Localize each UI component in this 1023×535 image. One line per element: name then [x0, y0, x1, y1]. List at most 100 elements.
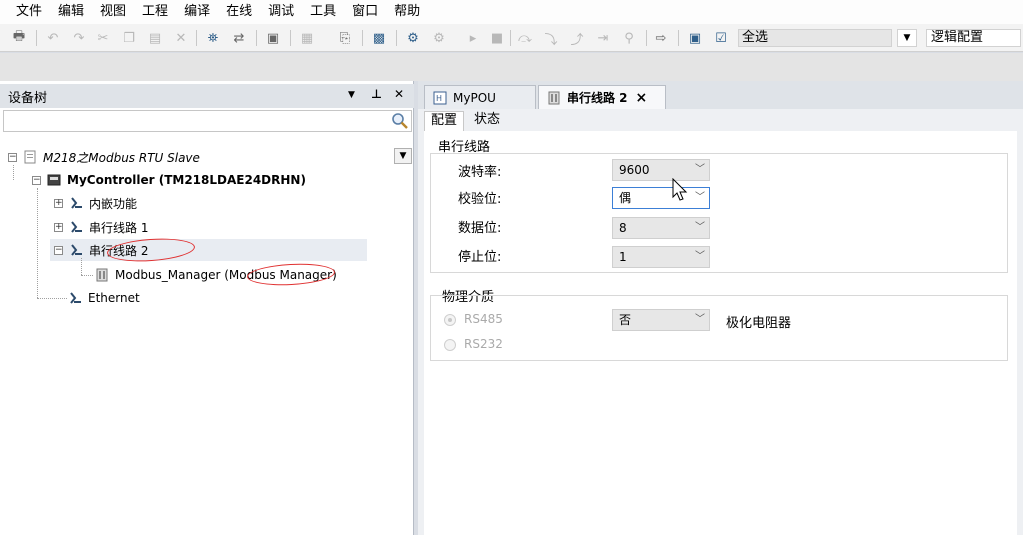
calendar-icon[interactable]: ▩ [370, 29, 388, 47]
step-out-icon[interactable]: ⤴ [568, 29, 586, 48]
forward-icon[interactable]: ⇨ [652, 29, 670, 47]
grid-icon[interactable]: ▦ [298, 29, 316, 47]
polarization-select[interactable]: 否 ﹀ [612, 309, 710, 331]
collapse-icon[interactable]: − [8, 152, 17, 162]
menu-file[interactable]: 文件 [8, 1, 50, 23]
cut-icon[interactable]: ✂ [94, 29, 112, 47]
redo-icon[interactable]: ↷ [70, 29, 88, 47]
tree-item-label: MyController (TM218LDAE24DRHN) [67, 173, 306, 187]
tree-dropdown-button[interactable]: ▼ [394, 148, 412, 164]
toolbar-separator [396, 30, 397, 46]
editor-area: H MyPOU 串行线路 2 × 配置 状态 串行线路 波特率: 9600 ﹀ … [418, 81, 1023, 535]
tree-item-label: Ethernet [88, 291, 140, 305]
sub-tab-strip: 配置 状态 [418, 109, 1023, 131]
polarization-value: 否 [619, 313, 632, 327]
apply-icon[interactable]: ☑ [712, 29, 730, 47]
data-bits-select[interactable]: 8 ﹀ [612, 217, 710, 239]
menu-bar: 文件 编辑 视图 工程 编译 在线 调试 工具 窗口 帮助 [0, 0, 1023, 24]
tab-serial-line-2[interactable]: 串行线路 2 × [538, 85, 666, 109]
svg-text:H: H [436, 94, 442, 103]
expand-icon[interactable]: + [54, 198, 63, 208]
search-input[interactable] [3, 110, 412, 132]
panel-menu-icon[interactable]: ▼ [348, 90, 355, 100]
parity-label: 校验位: [458, 192, 502, 207]
tree-item-embedded[interactable]: + 内嵌功能 [54, 192, 137, 214]
tree-item-ethernet[interactable]: Ethernet [68, 287, 140, 309]
menu-help[interactable]: 帮助 [386, 1, 428, 23]
mouse-cursor-icon [672, 178, 688, 201]
print-icon[interactable]: 🖶 [10, 29, 28, 47]
parity-value: 偶 [619, 191, 632, 205]
polarization-label: 极化电阻器 [726, 316, 792, 331]
rs232-radio[interactable] [444, 339, 456, 351]
toolbar-separator [196, 30, 197, 46]
find-icon[interactable]: ⛯ [204, 29, 222, 47]
toolbar-separator [256, 30, 257, 46]
collapse-icon[interactable]: − [32, 175, 41, 185]
tree-item-label: M218之Modbus RTU Slave [43, 150, 200, 165]
collapse-icon[interactable]: − [54, 245, 63, 255]
baud-rate-value: 9600 [619, 163, 650, 177]
menu-debug[interactable]: 调试 [260, 1, 302, 23]
pin-icon[interactable]: ⊥ [371, 87, 382, 101]
tab-mypou[interactable]: H MyPOU [424, 85, 536, 109]
search-icon[interactable] [391, 112, 409, 130]
selection-combo[interactable]: 全选 [738, 29, 892, 47]
close-icon[interactable]: ✕ [394, 87, 404, 101]
chevron-down-icon: ﹀ [695, 314, 705, 325]
menu-tools[interactable]: 工具 [302, 1, 344, 23]
pou-icon: H [433, 91, 447, 104]
tab-status[interactable]: 状态 [468, 111, 506, 131]
expand-icon[interactable]: + [54, 222, 63, 232]
controller-icon [47, 174, 61, 186]
step-into-icon[interactable]: ⤵ [542, 29, 560, 48]
breakpoint-icon[interactable]: ⚲ [620, 29, 638, 47]
undo-icon[interactable]: ↶ [44, 29, 62, 47]
stop-bits-select[interactable]: 1 ﹀ [612, 246, 710, 268]
chevron-down-icon: ﹀ [695, 222, 705, 233]
config-combo[interactable]: 逻辑配置 [926, 29, 1021, 47]
menu-window[interactable]: 窗口 [344, 1, 386, 23]
new-object-icon[interactable]: ⎘ [336, 29, 354, 47]
data-bits-value: 8 [619, 221, 627, 235]
baud-rate-select[interactable]: 9600 ﹀ [612, 159, 710, 181]
tree-item-serial-1[interactable]: + 串行线路 1 [54, 216, 148, 238]
tree-item-label: 串行线路 1 [89, 220, 149, 235]
step-over-icon[interactable]: ⤼ [516, 29, 534, 47]
simulation-icon[interactable]: ▣ [686, 29, 704, 47]
stop-bits-label: 停止位: [458, 250, 502, 265]
tab-label: MyPOU [453, 90, 496, 105]
paste-icon[interactable]: ▤ [146, 29, 164, 47]
run-to-cursor-icon[interactable]: ⇥ [594, 29, 612, 47]
delete-icon[interactable]: ✕ [172, 29, 190, 47]
tree-item-project[interactable]: − M218之Modbus RTU Slave [8, 146, 200, 168]
menu-online[interactable]: 在线 [218, 1, 260, 23]
menu-build[interactable]: 编译 [176, 1, 218, 23]
parity-select[interactable]: 偶 ﹀ [612, 187, 710, 209]
run-icon[interactable]: ▸ [464, 29, 482, 47]
replace-icon[interactable]: ⇄ [230, 29, 248, 47]
rs485-label: RS485 [464, 312, 503, 326]
logout-icon[interactable]: ⚙ [430, 29, 448, 47]
chevron-down-icon: ﹀ [695, 251, 705, 262]
login-icon[interactable]: ⚙ [404, 29, 422, 47]
serial-icon [70, 292, 81, 304]
serial-group-box [430, 153, 1008, 273]
project-icon[interactable]: ▣ [264, 29, 282, 47]
module-icon [548, 91, 560, 104]
project-file-icon [24, 150, 36, 164]
serial-icon [71, 197, 82, 209]
tab-label: 串行线路 2 [567, 91, 628, 105]
stop-icon[interactable]: ■ [488, 29, 506, 47]
tree-connector [37, 188, 38, 298]
copy-icon[interactable]: ❐ [120, 29, 138, 47]
rs485-radio[interactable] [444, 314, 456, 326]
menu-view[interactable]: 视图 [92, 1, 134, 23]
close-icon[interactable]: × [636, 90, 648, 106]
menu-project[interactable]: 工程 [134, 1, 176, 23]
tab-config[interactable]: 配置 [424, 111, 465, 131]
tree-item-controller[interactable]: − MyController (TM218LDAE24DRHN) [32, 169, 306, 191]
physical-group-box [430, 295, 1008, 361]
chevron-down-icon[interactable]: ▼ [897, 29, 917, 47]
menu-edit[interactable]: 编辑 [50, 1, 92, 23]
